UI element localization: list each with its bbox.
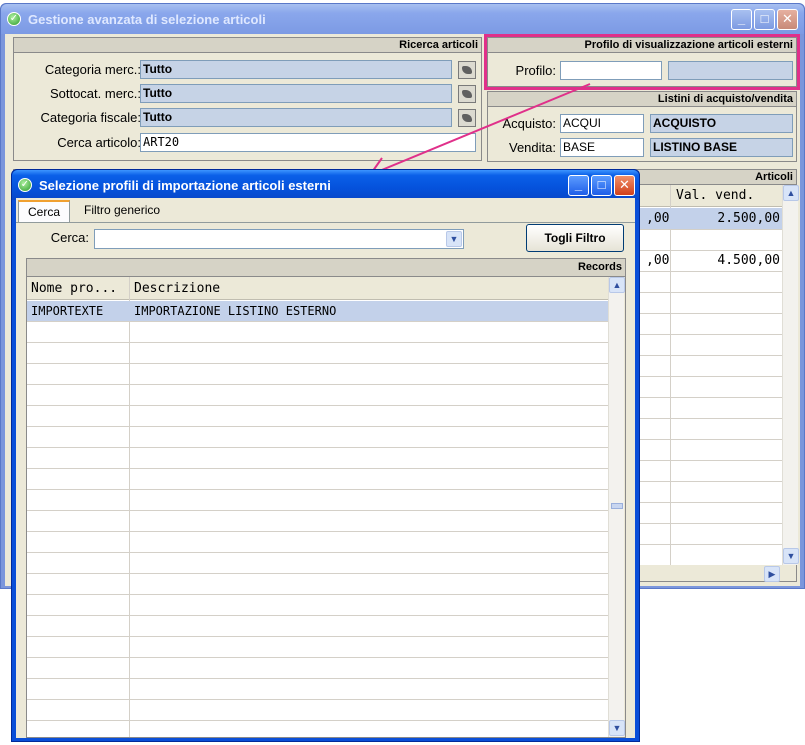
records-grid[interactable]: Nome pro... Descrizione IMPORTEXTE IMPOR… (27, 277, 608, 737)
grid-row-line (27, 720, 608, 721)
grid-row-line (27, 510, 608, 511)
grid-row-line (27, 321, 608, 322)
tab-filtro-label: Filtro generico (84, 203, 161, 217)
grid-row-line (27, 678, 608, 679)
grid-row-line (27, 594, 608, 595)
records-vscroll[interactable]: ▲ ▼ (608, 277, 625, 737)
grid-row-line (27, 405, 608, 406)
records-panel: Records Nome pro... Descrizione IMPORTEX… (26, 258, 626, 738)
column-header-descrizione[interactable]: Descrizione (134, 281, 220, 296)
grid-row-line (27, 489, 608, 490)
grid-row-line (27, 426, 608, 427)
dialog-close-button[interactable]: ✕ (614, 175, 635, 196)
grid-row-line (27, 447, 608, 448)
grid-row-line (27, 468, 608, 469)
grid-row-line (27, 552, 608, 553)
dialog-title: Selezione profili di importazione artico… (39, 178, 331, 193)
tab-filtro-generico[interactable]: Filtro generico (84, 203, 160, 217)
grid-row-line (27, 342, 608, 343)
tab-cerca-label: Cerca (27, 205, 60, 219)
dialog-cerca-dropdown-icon[interactable]: ▼ (446, 231, 462, 247)
togli-filtro-button[interactable]: Togli Filtro (526, 224, 624, 252)
grid-row-line (27, 384, 608, 385)
grid-row-line (27, 573, 608, 574)
grid-row-line (27, 363, 608, 364)
record-descr-cell: IMPORTAZIONE LISTINO ESTERNO (134, 304, 337, 318)
dialog-titlebar[interactable]: ✓ Selezione profili di importazione arti… (12, 170, 639, 200)
grid-row-line (27, 615, 608, 616)
record-name-cell: IMPORTEXTE (31, 304, 104, 318)
grid-row-line (27, 699, 608, 700)
dialog-check-icon: ✓ (18, 178, 32, 192)
dialog-maximize-button[interactable]: □ (591, 175, 612, 196)
tab-cerca[interactable]: Cerca (18, 200, 70, 222)
records-scroll-up-icon[interactable]: ▲ (609, 277, 625, 293)
column-header-nome[interactable]: Nome pro... (31, 281, 117, 296)
profile-dialog: ✓ Selezione profili di importazione arti… (11, 169, 640, 742)
records-header: Records (27, 259, 625, 277)
records-scroll-thumb[interactable] (611, 503, 623, 509)
grid-row-line (27, 657, 608, 658)
dialog-client: Cerca Filtro generico Cerca: ▼ Togli Fil… (16, 198, 635, 738)
dialog-cerca-combobox[interactable] (94, 229, 464, 249)
records-scroll-down-icon[interactable]: ▼ (609, 720, 625, 736)
dialog-cerca-label: Cerca: (50, 230, 89, 245)
grid-row-line (27, 531, 608, 532)
grid-row-line (27, 636, 608, 637)
dialog-minimize-button[interactable]: _ (568, 175, 589, 196)
